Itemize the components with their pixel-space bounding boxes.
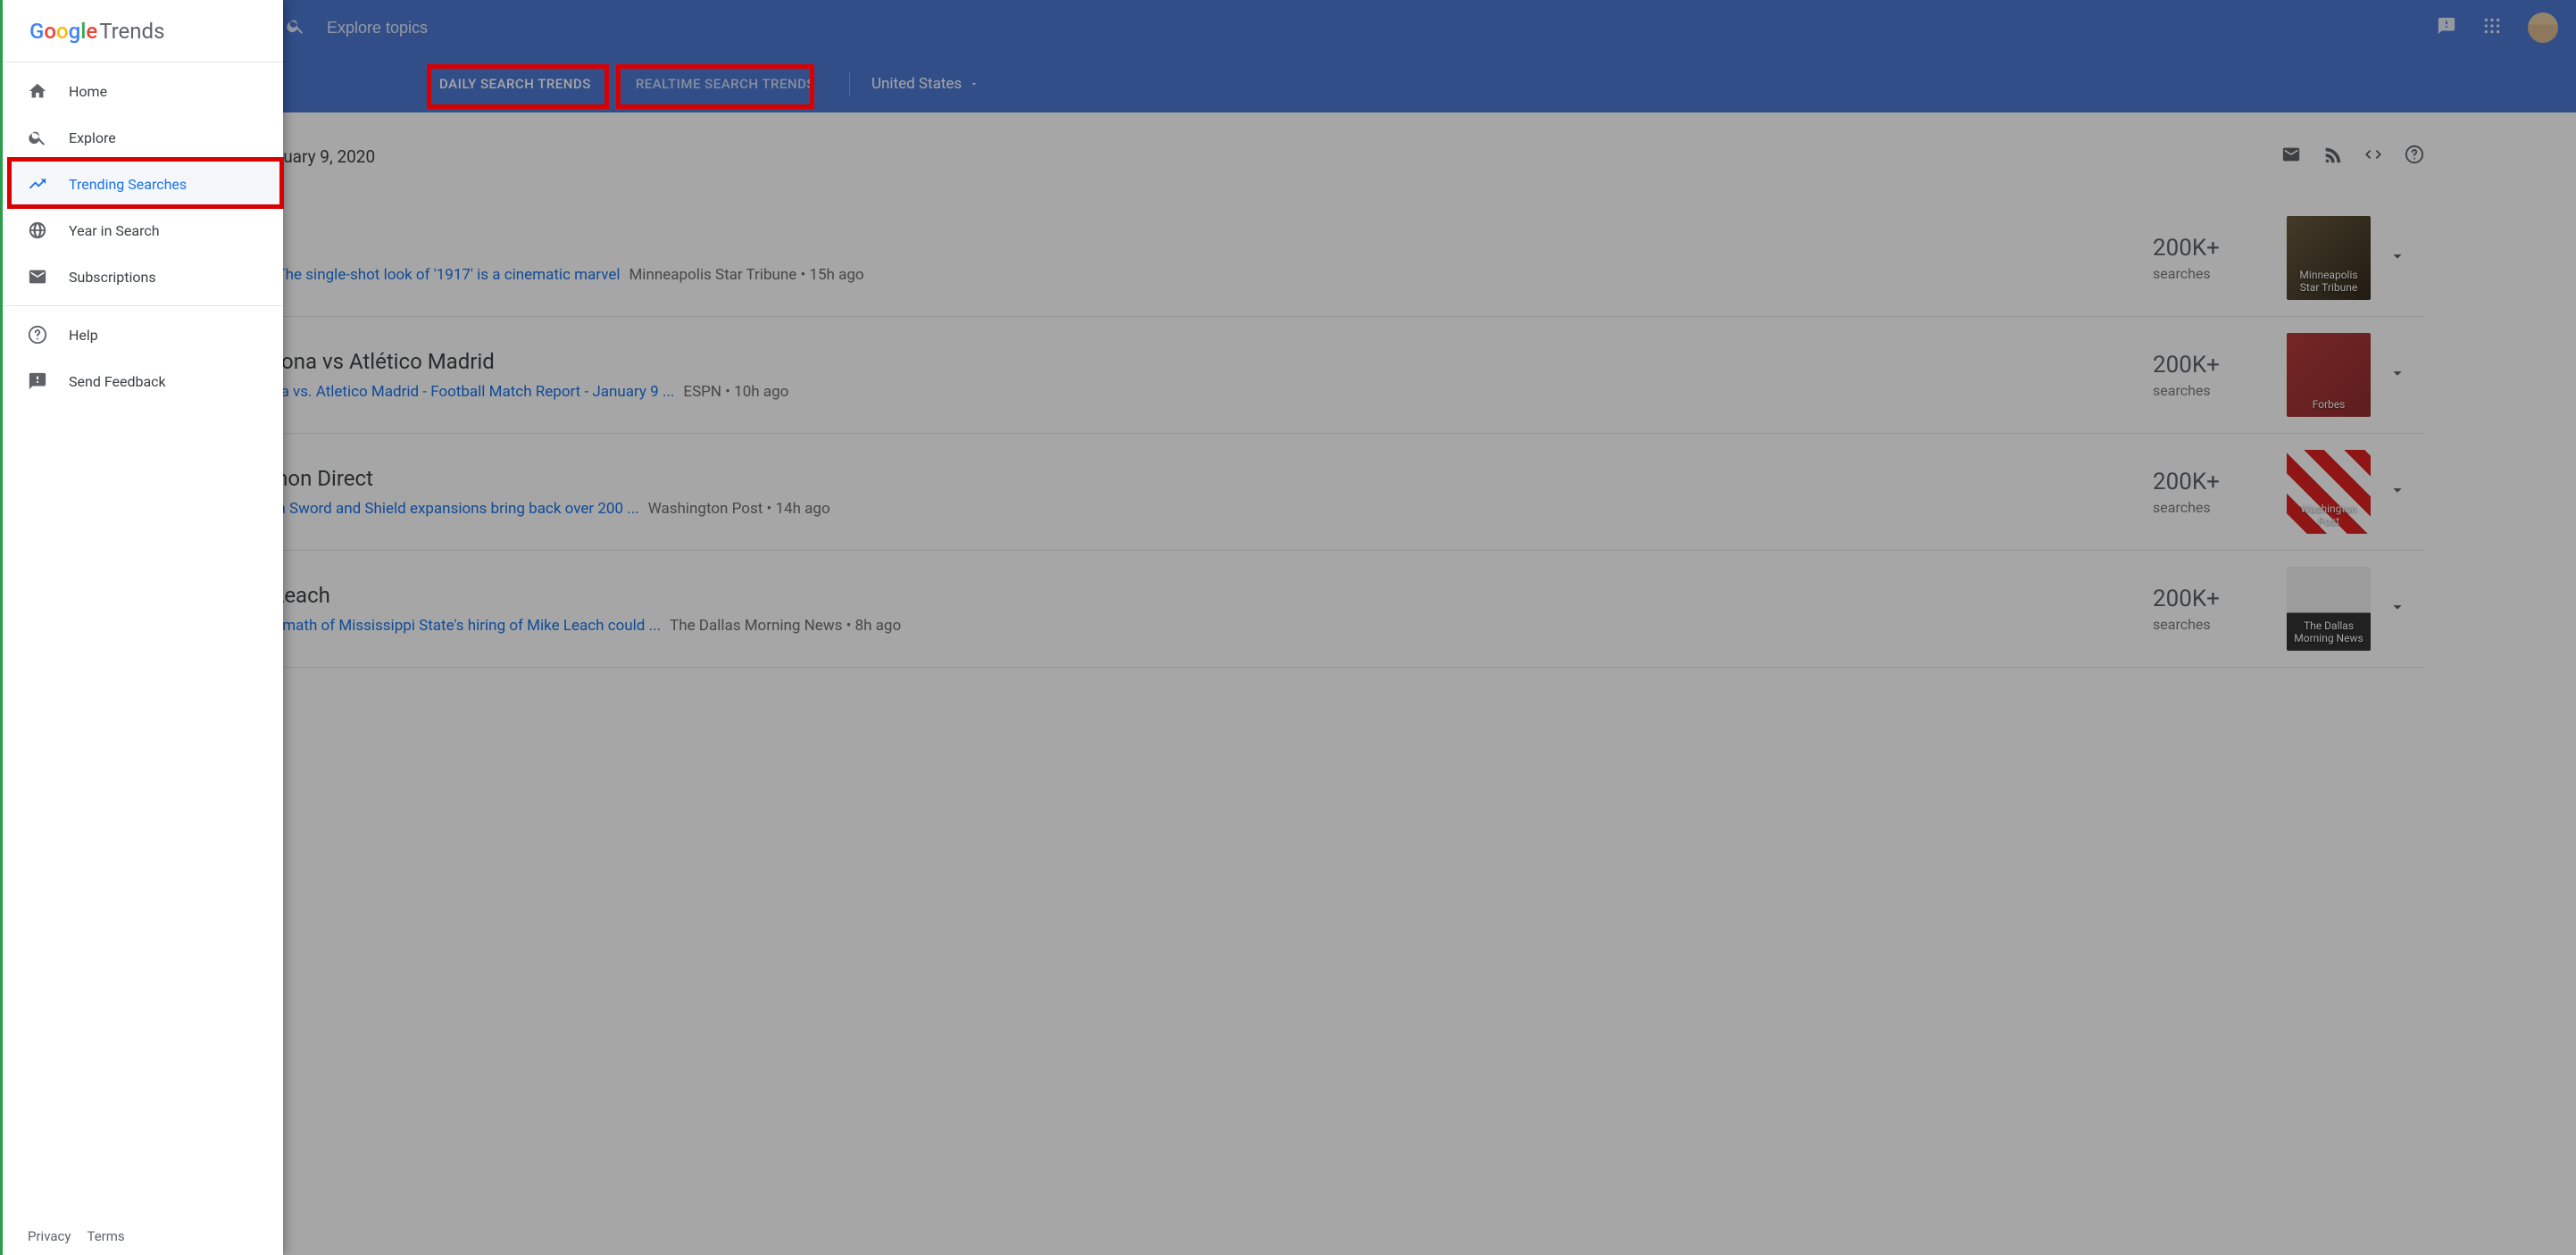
nav-home[interactable]: Home <box>3 68 283 114</box>
overlay-scrim[interactable] <box>0 0 2576 1255</box>
nav-help[interactable]: Help <box>3 312 283 358</box>
nav-label: Help <box>69 327 98 344</box>
nav-label: Explore <box>69 129 116 146</box>
product-name: Trends <box>99 19 164 44</box>
privacy-link[interactable]: Privacy <box>28 1228 71 1244</box>
nav-send-feedback[interactable]: Send Feedback <box>3 358 283 404</box>
nav-year-in-search[interactable]: Year in Search <box>3 207 283 253</box>
terms-link[interactable]: Terms <box>87 1228 124 1244</box>
search-icon <box>28 128 47 147</box>
brand-logo[interactable]: GoogleTrends <box>3 0 283 62</box>
nav-label: Send Feedback <box>69 373 166 390</box>
help-icon <box>28 325 47 345</box>
globe-icon <box>28 220 47 240</box>
mail-icon <box>28 267 47 287</box>
feedback-icon <box>28 371 47 391</box>
trending-up-icon <box>28 174 47 194</box>
nav-explore[interactable]: Explore <box>3 114 283 161</box>
nav-label: Subscriptions <box>69 269 156 286</box>
nav-subscriptions[interactable]: Subscriptions <box>3 253 283 300</box>
home-icon <box>28 81 47 101</box>
nav-label: Year in Search <box>69 222 160 239</box>
nav-trending-searches[interactable]: Trending Searches <box>3 161 283 207</box>
nav-label: Home <box>69 83 107 100</box>
nav-drawer: GoogleTrends Home Explore Trending Searc… <box>3 0 283 1255</box>
nav-label: Trending Searches <box>69 176 187 193</box>
